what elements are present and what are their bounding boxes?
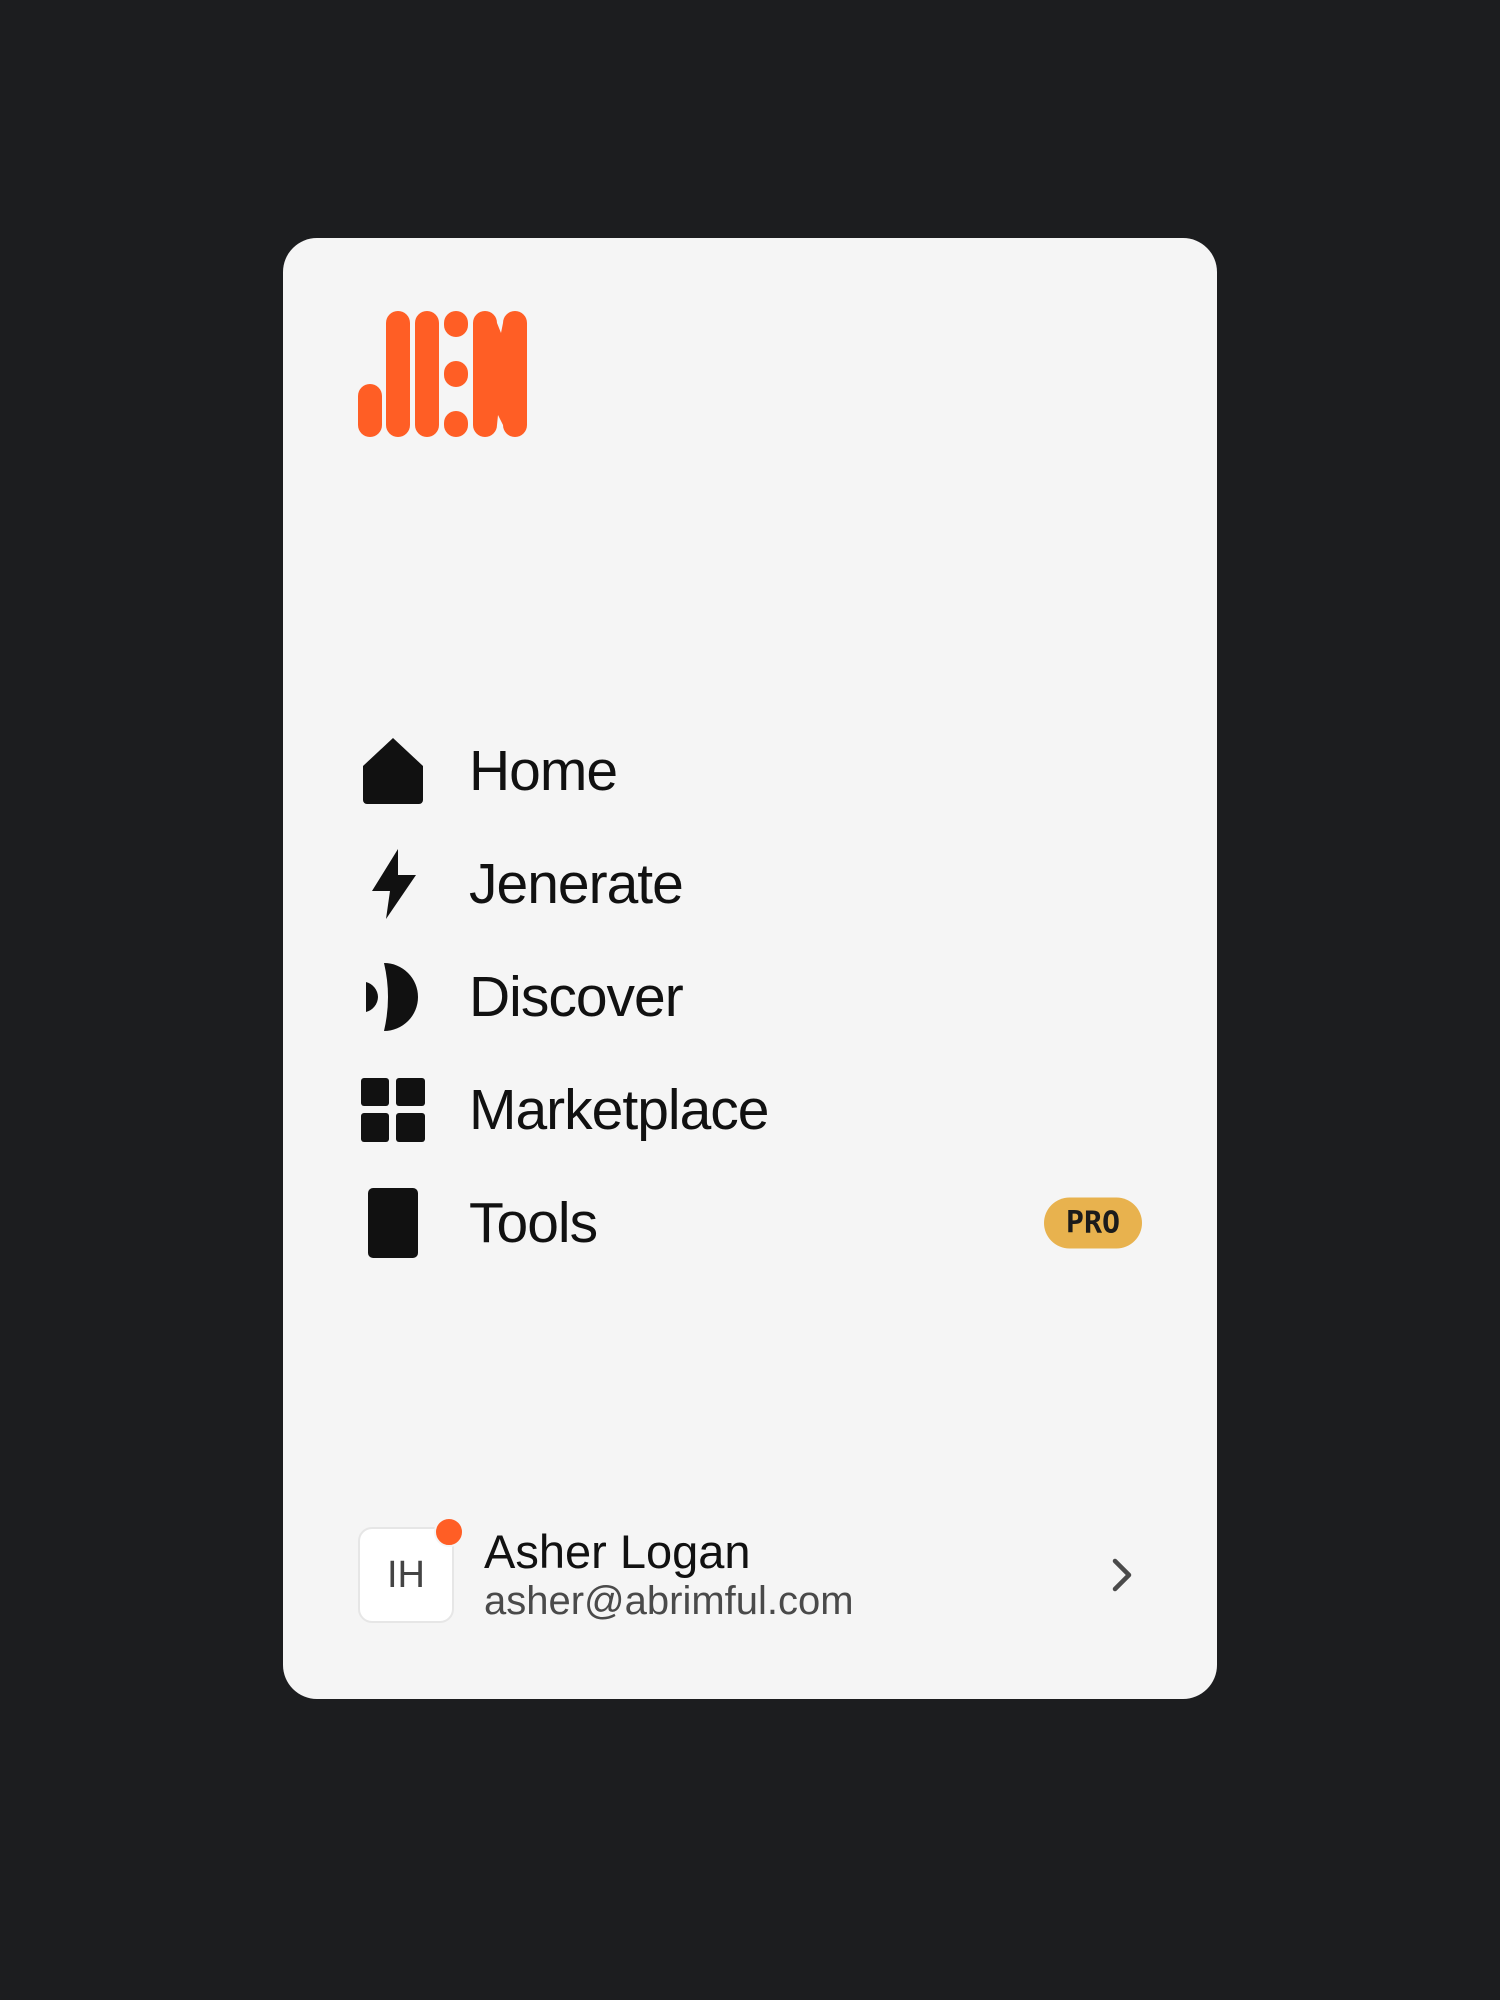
- nav-label-discover: Discover: [469, 964, 684, 1029]
- user-email: asher@abrimful.com: [484, 1579, 854, 1623]
- nav-label-jenerate: Jenerate: [469, 851, 684, 916]
- jen-logo[interactable]: [358, 311, 528, 437]
- sidebar-card: Home Jenerate Discover Marketplace Tools…: [283, 238, 1217, 1699]
- lightning-icon: [358, 848, 428, 919]
- user-profile[interactable]: IH Asher Logan asher@abrimful.com: [358, 1517, 1142, 1625]
- nav-item-home[interactable]: Home: [358, 714, 1142, 827]
- avatar-initials: IH: [387, 1553, 425, 1596]
- nav-item-jenerate[interactable]: Jenerate: [358, 827, 1142, 940]
- tools-icon: [358, 1187, 428, 1258]
- main-nav: Home Jenerate Discover Marketplace Tools…: [358, 714, 1142, 1279]
- grid-icon: [358, 1075, 428, 1145]
- discover-icon: [358, 962, 428, 1032]
- user-name: Asher Logan: [484, 1525, 751, 1578]
- nav-item-discover[interactable]: Discover: [358, 940, 1142, 1053]
- home-icon: [358, 736, 428, 806]
- avatar: IH: [358, 1517, 464, 1623]
- nav-item-marketplace[interactable]: Marketplace: [358, 1053, 1142, 1166]
- nav-label-home: Home: [469, 738, 618, 803]
- pro-badge: PRO: [1044, 1197, 1142, 1248]
- nav-item-tools[interactable]: Tools PRO: [358, 1166, 1142, 1279]
- nav-label-marketplace: Marketplace: [469, 1077, 769, 1142]
- chevron-right-icon[interactable]: [1104, 1557, 1140, 1593]
- notification-dot: [434, 1517, 464, 1547]
- user-info: Asher Logan asher@abrimful.com: [484, 1526, 854, 1624]
- nav-label-tools: Tools: [469, 1190, 598, 1255]
